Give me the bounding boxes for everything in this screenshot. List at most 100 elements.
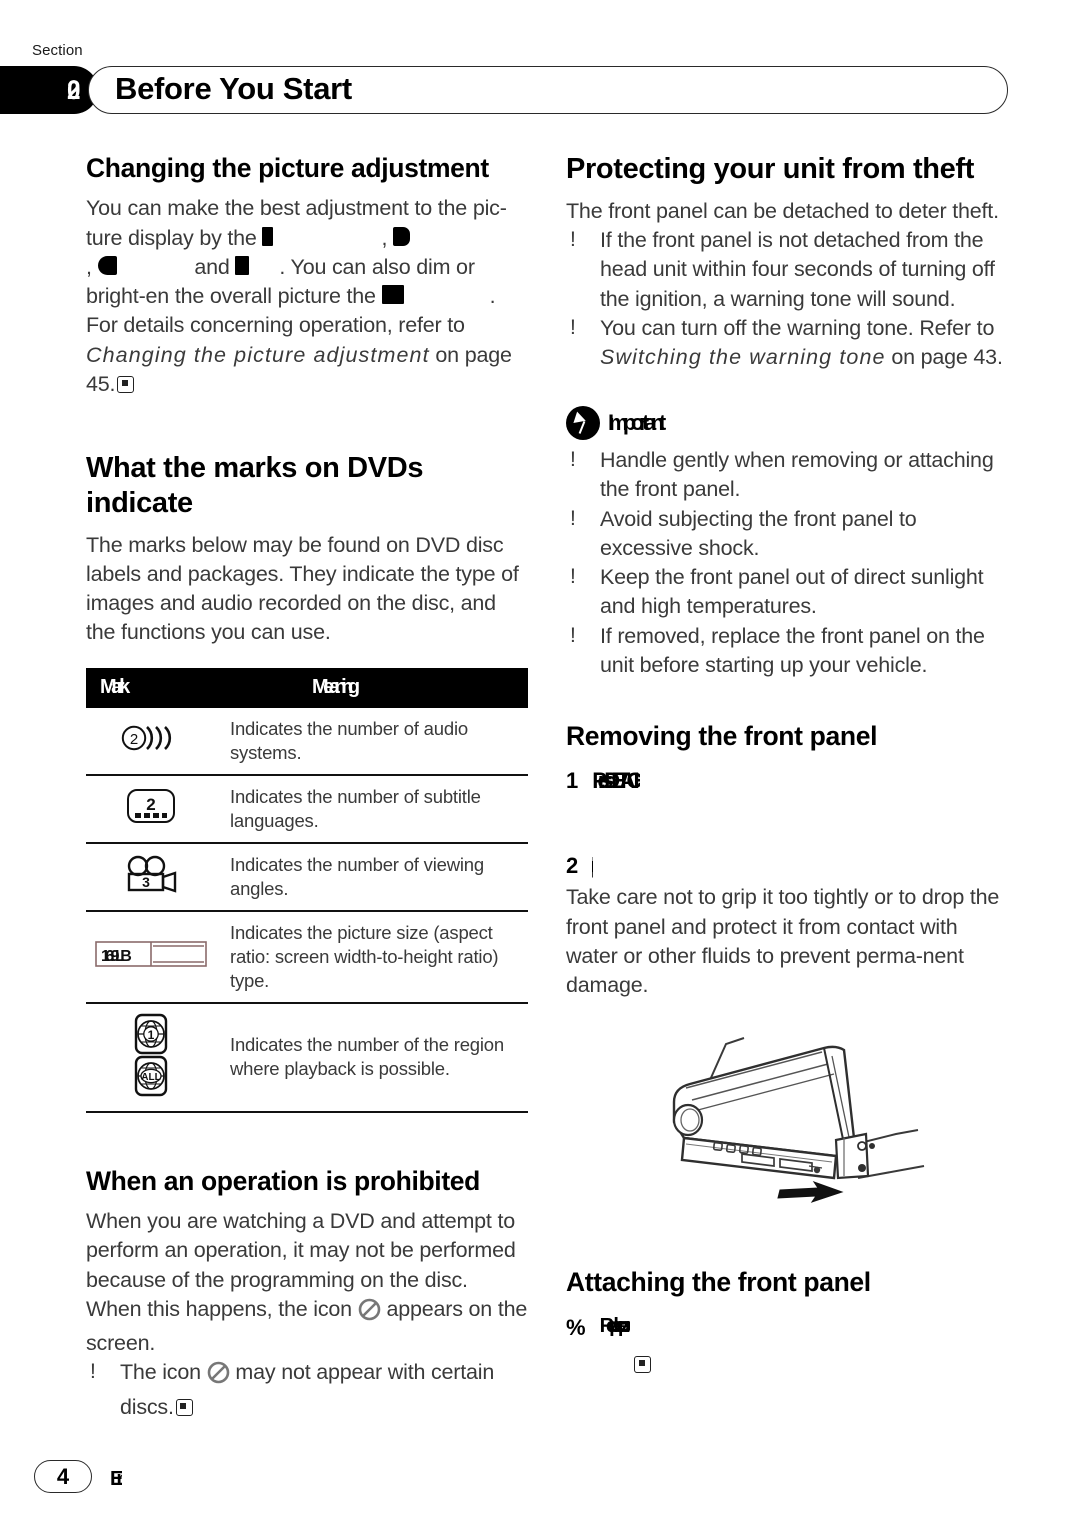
region-code-icon: 1 ALL [129, 1013, 173, 1102]
bullet-marker: ! [570, 623, 576, 647]
aspect-ratio-icon: 16:9 LB [95, 938, 207, 975]
meaning-cell: Indicates the number of subtitle languag… [216, 774, 528, 844]
end-of-section-marker [117, 375, 135, 393]
audio-systems-icon: 2 [120, 722, 182, 759]
bullet-marker: ! [570, 506, 576, 530]
svg-text:16:9 LB: 16:9 LB [101, 948, 131, 965]
section-label: Section [32, 42, 83, 59]
term-hue: HUE [235, 255, 250, 275]
bullet-marker: ! [570, 228, 576, 252]
mark-cell-aspect: 16:9 LB [86, 910, 216, 1004]
column-header-meaning: Meaning [216, 667, 528, 708]
cross-reference-tail: on page 43. [885, 344, 1003, 369]
step-2-title: Grip the panel [592, 853, 594, 879]
head-unit-detach-illustration [566, 1026, 1008, 1226]
attaching-sub-wrap: to the unit [566, 1345, 1008, 1376]
step-1-number: 1 [566, 768, 579, 794]
mark-cell-audio: 2 [86, 707, 216, 776]
mark-cell-angle: 3 [86, 842, 216, 912]
table-row: 2 Indicates the number of subtitle langu… [86, 774, 528, 844]
heading-dvd-marks: What the marks on DVDs indicate [86, 451, 424, 519]
term-color: COLOR [97, 255, 117, 275]
important-bullet-list: ! Handle gently when removing or attachi… [566, 446, 1008, 680]
heading-picture-adjustment: Changing the picture adjustment [86, 153, 489, 183]
manual-page: Section 02 Before You Start Changing the… [0, 0, 1080, 1529]
prohibited-icon [207, 1361, 230, 1392]
pa-text-1: You can make the best adjustment to the … [86, 196, 507, 250]
meaning-cell: Indicates the number of viewing angles. [216, 842, 528, 912]
bullet-text: If the front panel is not detached from … [600, 228, 995, 311]
list-item: ! If the front panel is not detached fro… [566, 226, 1008, 314]
pa-sep-2: , [86, 254, 98, 279]
bullet-text-a: The icon [120, 1360, 207, 1385]
heading-operation-prohibited: When an operation is prohibited [86, 1165, 481, 1196]
dvd-marks-table: Mark Meaning 2 Indicates the number of a… [86, 667, 528, 1113]
paragraph-prohibited: When you are watching a DVD and attempt … [86, 1207, 528, 1358]
bullet-text: You can turn off the warning tone. Refer… [600, 315, 995, 340]
svg-text:1: 1 [148, 1028, 155, 1042]
attaching-step: % Replace panel [566, 1315, 1008, 1341]
step-2-number: 2 [566, 853, 579, 879]
meaning-cell: Indicates the picture size (aspect ratio… [216, 910, 528, 1004]
bullet-text: Keep the front panel out of direct sunli… [600, 565, 984, 619]
list-item: ! Avoid subjecting the front panel to ex… [566, 505, 1008, 563]
bullet-marker: ! [90, 1360, 96, 1384]
page-title: Before You Start [115, 71, 352, 106]
prohibited-icon [358, 1298, 381, 1329]
paragraph-picture-adjustment: You can make the best adjustment to the … [86, 194, 528, 311]
page-language-label: En [110, 1468, 122, 1490]
table-header: Mark Meaning [86, 667, 528, 708]
step-1: 1 Press DETACH [566, 768, 1008, 794]
heading-removing-front-panel: Removing the front panel [566, 721, 878, 752]
paragraph-step-2-body: Take care not to grip it too tightly or … [566, 885, 1000, 998]
term-bright: BRIGHT [262, 226, 274, 246]
paragraph-dvd-marks: The marks below may be found on DVD disc… [86, 532, 519, 645]
bullet-text: If removed, replace the front panel on t… [600, 623, 985, 677]
svg-text:ALL: ALL [141, 1072, 160, 1083]
list-item: ! If removed, replace the front panel on… [566, 622, 1008, 680]
table-header-row: Mark Meaning [86, 667, 528, 708]
bullet-marker: ! [570, 315, 576, 339]
bullet-text: Handle gently when removing or attaching… [600, 448, 994, 502]
paragraph-picture-adjustment-ref: For details concerning operation, refer … [86, 311, 528, 399]
table-row: 16:9 LB Indicates the picture size (aspe… [86, 910, 528, 1004]
attaching-bullet-marker: % [566, 1314, 586, 1340]
step-2: 2 Grip the panel [566, 853, 1008, 879]
important-label: Important [608, 410, 666, 436]
prohibited-bullet-list: ! The icon may not appear with certain d… [86, 1358, 528, 1421]
table-row: 3 Indicates the number of viewing angles… [86, 842, 528, 912]
bullet-marker: ! [570, 565, 576, 589]
end-of-section-marker [634, 1355, 652, 1373]
end-of-section-marker [175, 1398, 193, 1416]
attaching-step-title: Replace panel [599, 1314, 631, 1337]
column-header-mark: Mark [86, 667, 216, 708]
subtitle-languages-icon: 2 [125, 787, 177, 830]
svg-text:3: 3 [142, 874, 150, 890]
meaning-cell: Indicates the number of audio systems. [216, 707, 528, 776]
pa-sep-3: and [188, 254, 236, 279]
important-callout-header: Important [566, 406, 1008, 441]
theft-bullet-list: ! If the front panel is not detached fro… [566, 226, 1008, 372]
viewing-angles-icon: 3 [123, 854, 179, 899]
bullet-marker: ! [570, 448, 576, 472]
page-number-pill: 4 [34, 1460, 92, 1493]
cross-reference-italic: Changing the picture adjustment [86, 342, 430, 367]
section-number-tab: 02 [0, 66, 98, 114]
pa-text-3: . [489, 284, 496, 309]
svg-text:2: 2 [130, 731, 138, 748]
mark-cell-subtitle: 2 [86, 774, 216, 844]
term-contrast: CONTRAST [393, 226, 411, 246]
mark-cell-region: 1 ALL [86, 1002, 216, 1113]
meaning-cell: Indicates the number of the region where… [216, 1002, 528, 1113]
svg-text:2: 2 [146, 795, 155, 814]
paragraph-theft: The front panel can be detached to deter… [566, 198, 999, 223]
heading-attaching-front-panel: Attaching the front panel [566, 1267, 871, 1298]
cross-reference-italic: Switching the warning tone [600, 344, 886, 369]
list-item: ! The icon may not appear with certain d… [86, 1358, 528, 1421]
page-number: 4 [56, 1463, 70, 1489]
pushpin-icon [566, 406, 600, 441]
table-row: 2 Indicates the number of audio systems. [86, 707, 528, 776]
step-1-title: Press DETACH [592, 768, 641, 794]
pa-sep-1: , [381, 225, 394, 250]
table-body: 2 Indicates the number of audio systems. [86, 707, 528, 1113]
